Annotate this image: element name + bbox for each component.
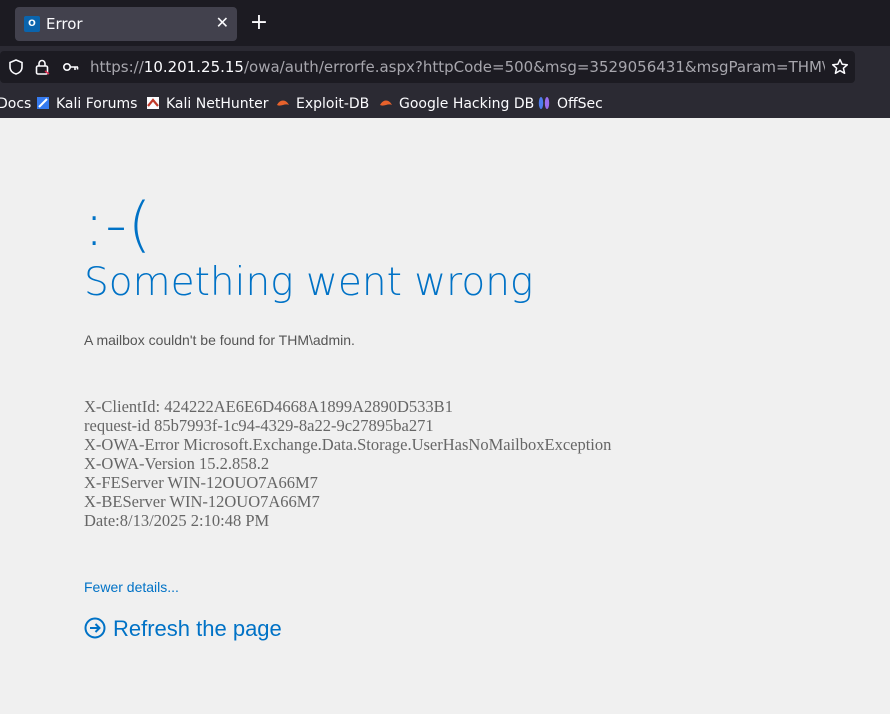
error-message: A mailbox couldn't be found for THM\admi… xyxy=(84,332,355,348)
refresh-label: Refresh the page xyxy=(113,616,282,641)
tab-error[interactable]: O Error ✕ xyxy=(15,7,237,41)
close-icon[interactable]: ✕ xyxy=(216,13,229,32)
detail-request-id: request-id 85b7993f-1c94-4329-8a22-9c278… xyxy=(84,416,434,435)
shield-icon[interactable] xyxy=(7,58,25,76)
navigation-bar: https://10.201.25.15/owa/auth/errorfe.as… xyxy=(0,46,890,90)
bookmark-label: OffSec xyxy=(557,96,603,112)
detail-owa-version: X-OWA-Version 15.2.858.2 xyxy=(84,454,270,473)
sad-face-emoticon: :-( xyxy=(84,190,153,260)
bookmark-kali-forums[interactable]: Kali Forums xyxy=(36,94,137,114)
bookmark-kali-nethunter[interactable]: Kali NetHunter xyxy=(146,94,268,114)
key-icon[interactable] xyxy=(62,58,80,76)
error-headline: Something went wrong xyxy=(84,260,534,305)
detail-owa-error: X-OWA-Error Microsoft.Exchange.Data.Stor… xyxy=(84,435,612,454)
refresh-page-link[interactable]: Refresh the page xyxy=(84,616,282,642)
bookmark-label: Google Hacking DB xyxy=(399,96,535,112)
url-scheme: https:// xyxy=(90,58,144,76)
tab-strip: O Error ✕ + xyxy=(0,0,890,46)
detail-fe-server: X-FEServer WIN-12OUO7A66M7 xyxy=(84,473,318,492)
bookmark-star-icon[interactable] xyxy=(830,57,850,77)
url-host: 10.201.25.15 xyxy=(143,58,244,76)
bookmark-docs[interactable]: Docs xyxy=(0,94,31,114)
new-tab-button[interactable]: + xyxy=(248,10,270,36)
url-text[interactable]: https://10.201.25.15/owa/auth/errorfe.as… xyxy=(90,58,825,76)
detail-date: Date:8/13/2025 2:10:48 PM xyxy=(84,511,270,530)
url-path: /owa/auth/errorfe.aspx?httpCode=500&msg=… xyxy=(243,58,825,76)
bookmarks-toolbar: Docs Kali Forums Kali NetHunter Exploit-… xyxy=(0,90,890,118)
fewer-details-link[interactable]: Fewer details... xyxy=(84,579,179,595)
bookmark-label: Kali Forums xyxy=(56,96,138,112)
bookmark-label: Kali NetHunter xyxy=(166,96,269,112)
arrow-circle-right-icon xyxy=(84,617,106,639)
tab-title: Error xyxy=(46,15,83,33)
error-details: X-ClientId: 424222AE6E6D4668A1899A2890D5… xyxy=(84,397,611,530)
detail-client-id: X-ClientId: 424222AE6E6D4668A1899A2890D5… xyxy=(84,397,453,416)
exploit-db-icon xyxy=(277,100,289,106)
ghdb-icon xyxy=(380,100,392,106)
bookmark-google-hacking-db[interactable]: Google Hacking DB xyxy=(379,94,534,114)
outlook-icon: O xyxy=(24,16,40,32)
bookmark-exploit-db[interactable]: Exploit-DB xyxy=(276,94,369,114)
bookmark-label: Docs xyxy=(0,96,32,112)
offsec-icon xyxy=(538,97,550,109)
url-bar[interactable]: https://10.201.25.15/owa/auth/errorfe.as… xyxy=(0,51,855,83)
detail-be-server: X-BEServer WIN-12OUO7A66M7 xyxy=(84,492,320,511)
lock-icon[interactable] xyxy=(33,58,51,76)
error-page: :-( Something went wrong A mailbox could… xyxy=(0,118,890,714)
bookmark-offsec[interactable]: OffSec xyxy=(537,94,603,114)
kali-forums-icon xyxy=(37,97,49,109)
bookmark-label: Exploit-DB xyxy=(296,96,370,112)
kali-nethunter-icon xyxy=(147,97,159,109)
